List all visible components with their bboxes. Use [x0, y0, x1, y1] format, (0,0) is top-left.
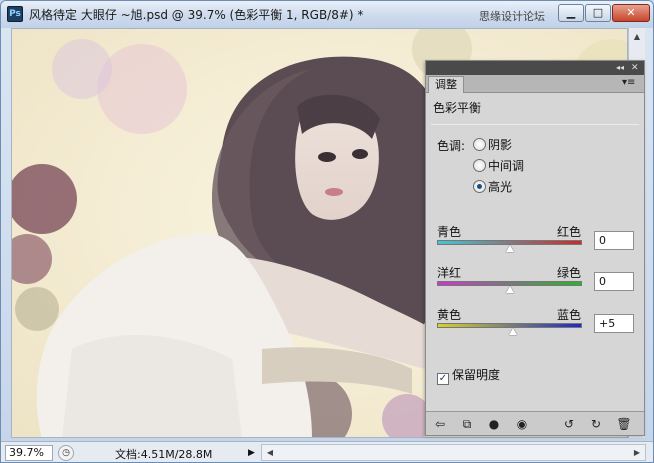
watermark-text: 思缘设计论坛 — [479, 10, 545, 23]
slider-value-input[interactable]: +5 — [594, 314, 634, 333]
slider-yellow-blue: 黄色 蓝色 +5 — [437, 306, 637, 346]
back-arrow-icon[interactable]: ⇦ — [432, 416, 448, 432]
radio-label-highlights: 高光 — [488, 180, 513, 194]
slider-left-label: 黄色 — [437, 308, 462, 322]
slider-left-label: 洋红 — [437, 266, 462, 280]
slider-right-label: 绿色 — [557, 266, 582, 280]
radio-label-midtones: 中间调 — [488, 159, 525, 173]
slider-right-label: 蓝色 — [557, 308, 582, 322]
scroll-up-arrow-icon[interactable]: ▲ — [630, 30, 644, 44]
slider-cyan-red: 青色 红色 0 — [437, 223, 637, 263]
status-menu-arrow[interactable]: ▶ — [248, 445, 260, 461]
collapse-panel-icon[interactable]: ◂◂ — [616, 61, 624, 75]
radio-label-shadows: 阴影 — [488, 138, 513, 152]
close-button[interactable]: ✕ — [612, 4, 650, 22]
minimize-button[interactable]: ▁ — [558, 4, 584, 22]
slider-left-label: 青色 — [437, 225, 462, 239]
status-info-icon[interactable]: ◷ — [58, 445, 74, 461]
panel-bottom-toolbar: ⇦ ⧉ ● ◉ ↺ ↻ 🗑 — [426, 411, 644, 435]
close-panel-icon[interactable]: ✕ — [631, 61, 639, 75]
slider-thumb[interactable] — [505, 286, 514, 293]
adjustments-panel: ◂◂ ✕ 调整 ▾≡ 色彩平衡 色调: 阴影 中间调 高光 青色 红色 0 洋红… — [425, 60, 645, 436]
radio-highlights[interactable]: 高光 — [473, 178, 512, 195]
radio-shadows[interactable]: 阴影 — [473, 136, 512, 153]
horizontal-scrollbar[interactable]: ◀ ▶ — [261, 444, 646, 461]
panel-tab-bar: 调整 ▾≡ — [426, 75, 644, 93]
divider — [431, 124, 639, 125]
panel-menu-icon[interactable]: ▾≡ — [622, 77, 635, 88]
maximize-button[interactable]: □ — [585, 4, 611, 22]
status-bar: 39.7% ◷ 文档:4.51M/28.8M ▶ ◀ ▶ — [1, 441, 653, 462]
title-bar[interactable]: Ps 风格待定 大眼仔 ~旭.psd @ 39.7% (色彩平衡 1, RGB/… — [1, 1, 653, 28]
slider-value-input[interactable]: 0 — [594, 231, 634, 250]
scroll-right-arrow-icon[interactable]: ▶ — [630, 446, 644, 460]
clip-layer-icon[interactable]: ● — [486, 416, 502, 432]
slider-value-input[interactable]: 0 — [594, 272, 634, 291]
radio-midtones[interactable]: 中间调 — [473, 157, 524, 174]
eye-icon[interactable]: ◉ — [514, 416, 530, 432]
photoshop-window: Ps 风格待定 大眼仔 ~旭.psd @ 39.7% (色彩平衡 1, RGB/… — [0, 0, 654, 463]
tone-label: 色调: — [437, 139, 466, 153]
radio-button-shadows[interactable] — [473, 138, 486, 151]
slider-thumb[interactable] — [509, 328, 518, 335]
document-size-info: 文档:4.51M/28.8M — [115, 448, 213, 461]
preserve-luminosity-label: 保留明度 — [452, 368, 501, 382]
tab-adjustments[interactable]: 调整 — [428, 76, 464, 93]
trash-icon[interactable]: 🗑 — [616, 416, 632, 432]
radio-button-highlights[interactable] — [473, 180, 486, 193]
slider-magenta-green: 洋红 绿色 0 — [437, 264, 637, 304]
radio-button-midtones[interactable] — [473, 159, 486, 172]
panel-view-icon[interactable]: ⧉ — [459, 416, 475, 432]
preserve-luminosity-checkbox[interactable]: ✓ — [437, 373, 449, 385]
document-title: 风格待定 大眼仔 ~旭.psd @ 39.7% (色彩平衡 1, RGB/8#)… — [29, 8, 364, 22]
scroll-left-arrow-icon[interactable]: ◀ — [263, 446, 277, 460]
preserve-luminosity-option[interactable]: ✓ 保留明度 — [437, 366, 500, 385]
slider-thumb[interactable] — [505, 245, 514, 252]
adjustment-title: 色彩平衡 — [433, 101, 482, 115]
photoshop-app-icon: Ps — [7, 6, 23, 22]
zoom-level-field[interactable]: 39.7% — [5, 445, 53, 461]
reset-icon[interactable]: ↻ — [588, 416, 604, 432]
previous-state-icon[interactable]: ↺ — [561, 416, 577, 432]
slider-right-label: 红色 — [557, 225, 582, 239]
panel-header-strip[interactable]: ◂◂ ✕ — [426, 61, 644, 75]
